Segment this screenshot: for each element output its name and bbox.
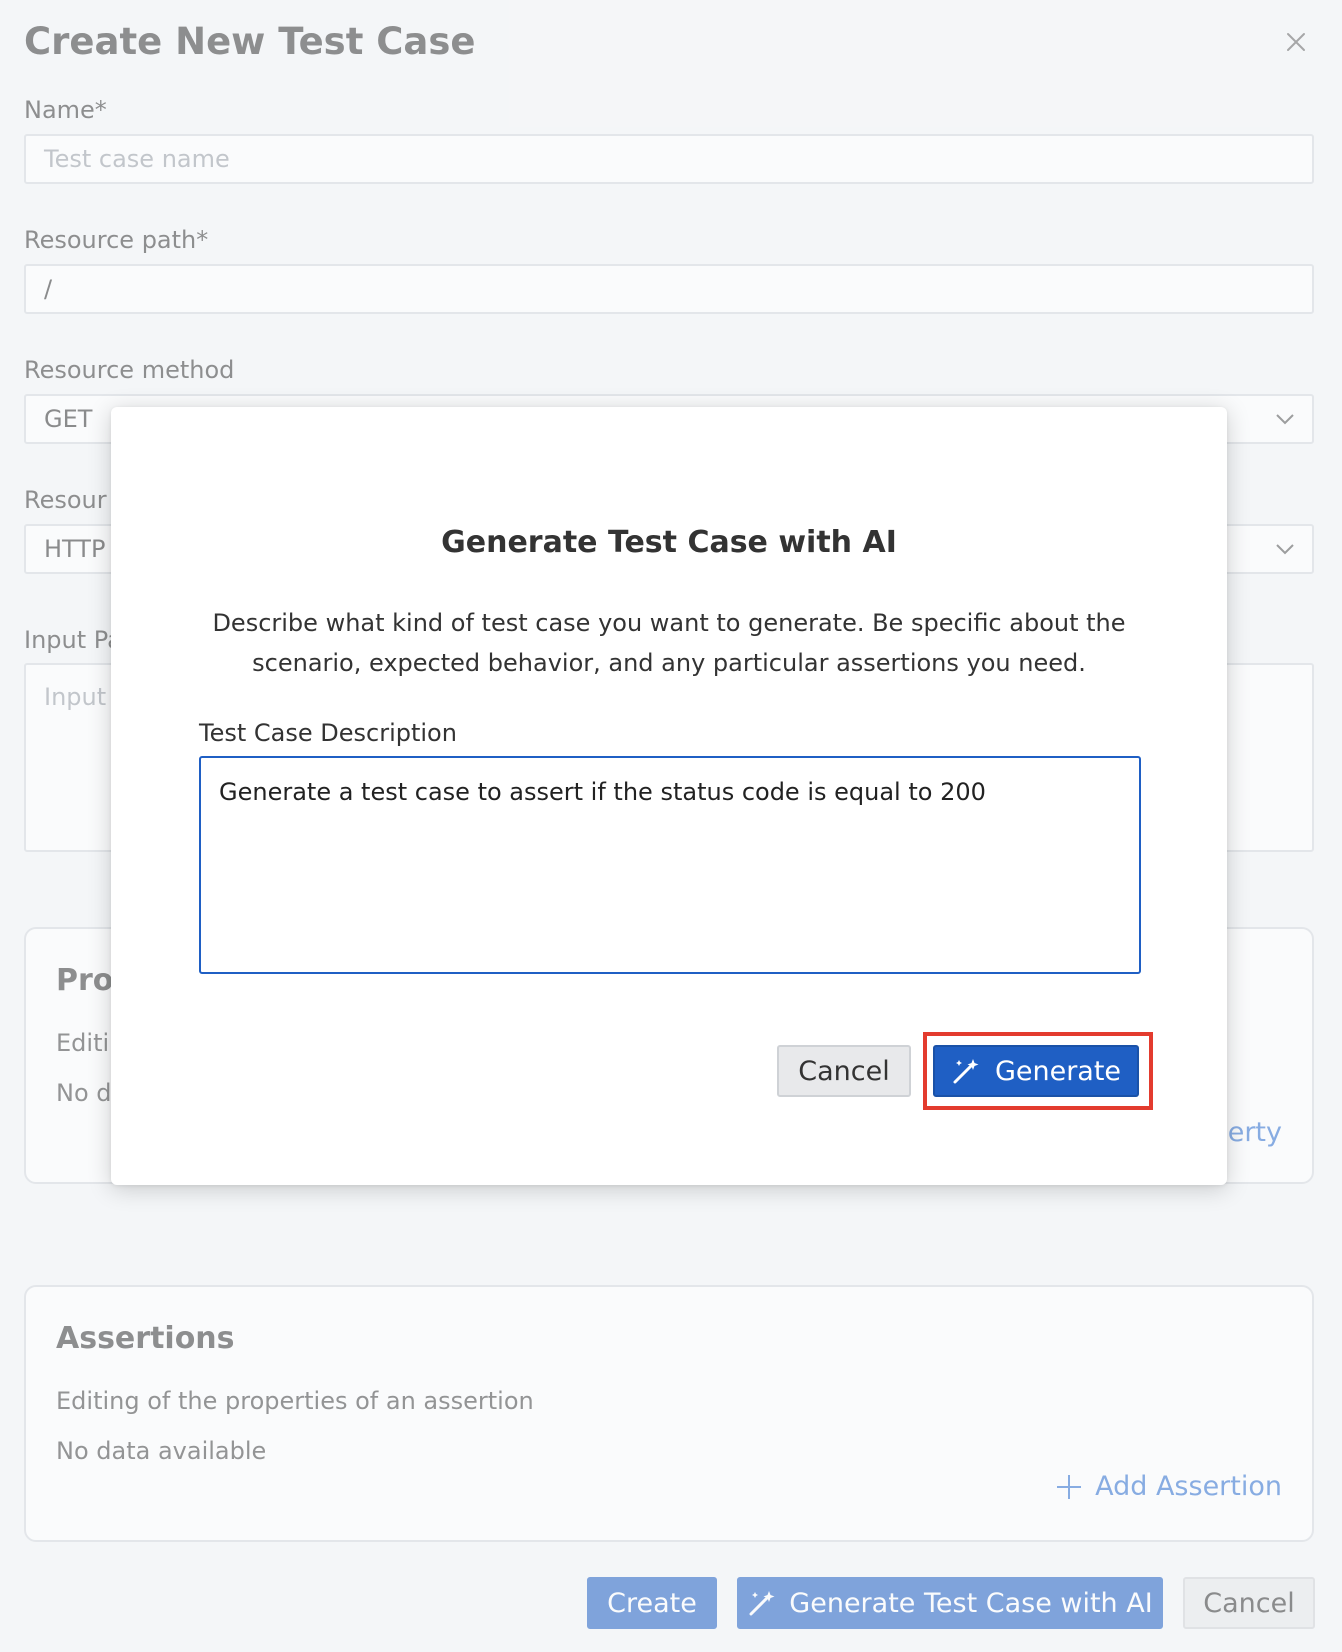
modal-title: Generate Test Case with AI xyxy=(441,525,897,560)
test-case-description-value: Generate a test case to assert if the st… xyxy=(219,778,986,806)
modal-description: Describe what kind of test case you want… xyxy=(212,609,1126,677)
modal-cancel-button[interactable]: Cancel xyxy=(777,1045,911,1097)
test-case-description-textarea[interactable]: Generate a test case to assert if the st… xyxy=(199,756,1141,974)
modal-cancel-label: Cancel xyxy=(798,1055,890,1087)
generate-ai-modal: Generate Test Case with AI Describe what… xyxy=(111,407,1227,1185)
modal-generate-button[interactable]: Generate xyxy=(933,1045,1139,1097)
test-case-description-label: Test Case Description xyxy=(199,719,457,747)
modal-generate-label: Generate xyxy=(994,1055,1122,1087)
magic-wand-icon xyxy=(953,1059,979,1084)
